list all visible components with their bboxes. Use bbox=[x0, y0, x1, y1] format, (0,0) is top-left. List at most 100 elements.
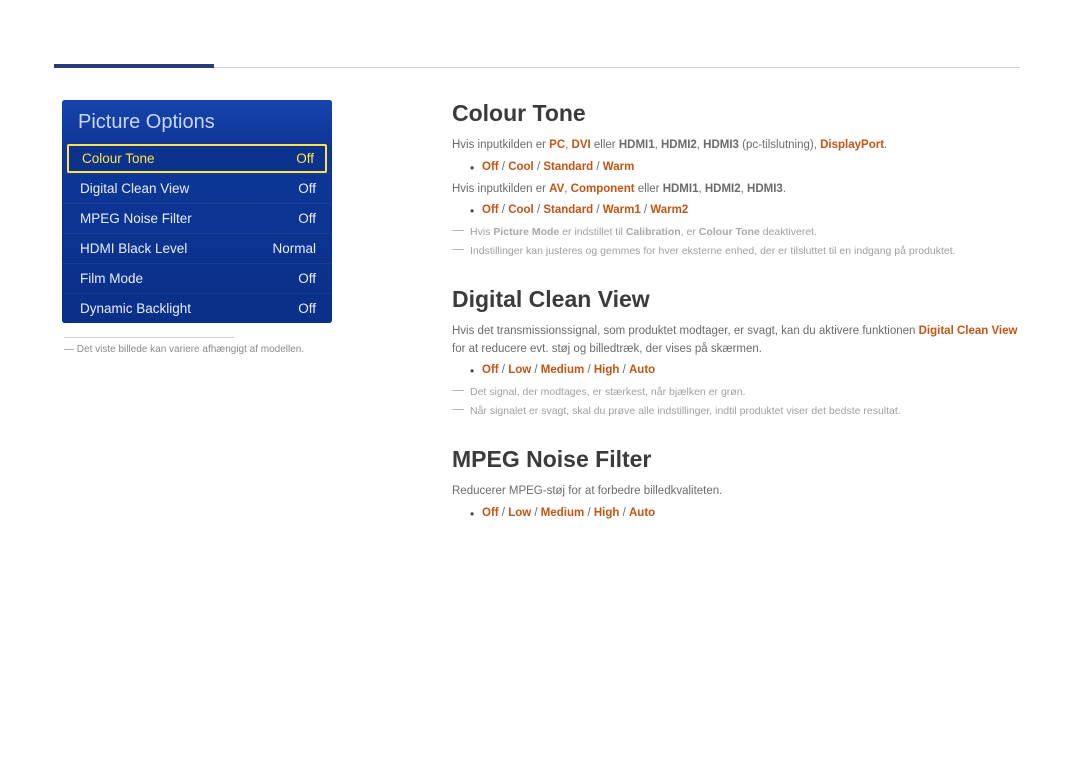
footnote-text: Det viste billede kan variere afhængigt … bbox=[77, 344, 304, 355]
opt-off: Off bbox=[482, 161, 499, 173]
term-dvi: DVI bbox=[572, 139, 591, 151]
page-content: Picture Options Colour Tone Off Digital … bbox=[54, 100, 1020, 549]
opt-off: Off bbox=[482, 204, 499, 216]
term-calibration: Calibration bbox=[626, 226, 681, 238]
opt-high: High bbox=[594, 364, 620, 376]
ct-line1: Hvis inputkilden er PC, DVI eller HDMI1,… bbox=[452, 137, 1020, 155]
text: Det signal, der modtages, er stærkest, n… bbox=[470, 386, 745, 398]
menu-item-value: Off bbox=[298, 211, 316, 226]
menu-item-value: Normal bbox=[272, 241, 316, 256]
opt-off: Off bbox=[482, 364, 499, 376]
text: for at reducere evt. støj og billedtræk,… bbox=[452, 343, 762, 355]
menu-item-label: Digital Clean View bbox=[80, 181, 189, 196]
opt-standard: Standard bbox=[543, 204, 593, 216]
sep: / bbox=[619, 364, 629, 376]
text: eller bbox=[635, 183, 663, 195]
term-hdmi2: HDMI2 bbox=[661, 139, 697, 151]
text: deaktiveret. bbox=[760, 226, 817, 238]
picture-options-menu: Picture Options Colour Tone Off Digital … bbox=[62, 100, 332, 323]
heading-mpeg: MPEG Noise Filter bbox=[452, 446, 1020, 473]
menu-item-digital-clean-view[interactable]: Digital Clean View Off bbox=[62, 173, 332, 203]
left-column: Picture Options Colour Tone Off Digital … bbox=[62, 100, 362, 549]
menu-item-hdmi-black-level[interactable]: HDMI Black Level Normal bbox=[62, 233, 332, 263]
menu-item-mpeg-noise-filter[interactable]: MPEG Noise Filter Off bbox=[62, 203, 332, 233]
dash-icon bbox=[452, 390, 464, 391]
menu-item-label: HDMI Black Level bbox=[80, 241, 187, 256]
section-mpeg: MPEG Noise Filter Reducerer MPEG-støj fo… bbox=[452, 446, 1020, 523]
ct-note2: Indstillinger kan justeres og gemmes for… bbox=[452, 243, 1020, 260]
footnote-dash: ― bbox=[64, 344, 74, 355]
term-picture-mode: Picture Mode bbox=[493, 226, 559, 238]
menu-item-label: Dynamic Backlight bbox=[80, 301, 191, 316]
text: Hvis inputkilden er bbox=[452, 139, 549, 151]
sep: / bbox=[584, 507, 594, 519]
text: eller bbox=[591, 139, 619, 151]
text: . bbox=[884, 139, 887, 151]
sep: / bbox=[641, 204, 651, 216]
term-hdmi3: HDMI3 bbox=[747, 183, 783, 195]
footnote-rule bbox=[64, 337, 234, 338]
sep: / bbox=[499, 204, 509, 216]
text: er indstillet til bbox=[559, 226, 626, 238]
menu-item-label: Colour Tone bbox=[82, 151, 155, 166]
opt-cool: Cool bbox=[508, 161, 534, 173]
opt-warm2: Warm2 bbox=[650, 204, 688, 216]
opt-auto: Auto bbox=[629, 507, 655, 519]
text: . bbox=[783, 183, 786, 195]
term-hdmi3: HDMI3 bbox=[703, 139, 739, 151]
sep: / bbox=[593, 204, 603, 216]
dash-icon bbox=[452, 230, 464, 231]
text: Hvis det transmissionssignal, som produk… bbox=[452, 325, 919, 337]
menu-item-label: MPEG Noise Filter bbox=[80, 211, 192, 226]
ct-bullet2: Off / Cool / Standard / Warm1 / Warm2 bbox=[452, 202, 1020, 220]
term-hdmi1: HDMI1 bbox=[663, 183, 699, 195]
section-digital-clean-view: Digital Clean View Hvis det transmission… bbox=[452, 286, 1020, 420]
menu-item-colour-tone[interactable]: Colour Tone Off bbox=[67, 144, 327, 173]
dcv-note1: Det signal, der modtages, er stærkest, n… bbox=[452, 384, 1020, 401]
term-hdmi1: HDMI1 bbox=[619, 139, 655, 151]
term-hdmi2: HDMI2 bbox=[705, 183, 741, 195]
text: Indstillinger kan justeres og gemmes for… bbox=[470, 245, 956, 257]
term-displayport: DisplayPort bbox=[820, 139, 884, 151]
dash-icon bbox=[452, 249, 464, 250]
menu-item-dynamic-backlight[interactable]: Dynamic Backlight Off bbox=[62, 293, 332, 323]
text: Hvis bbox=[470, 226, 493, 238]
sep: / bbox=[534, 161, 544, 173]
ct-bullet1: Off / Cool / Standard / Warm bbox=[452, 159, 1020, 177]
dcv-note2: Når signalet er svagt, skal du prøve all… bbox=[452, 403, 1020, 420]
sep: / bbox=[534, 204, 544, 216]
opt-standard: Standard bbox=[543, 161, 593, 173]
sep: / bbox=[499, 364, 509, 376]
ct-note1: Hvis Picture Mode er indstillet til Cali… bbox=[452, 224, 1020, 241]
dash-icon bbox=[452, 409, 464, 410]
opt-warm1: Warm1 bbox=[603, 204, 641, 216]
opt-cool: Cool bbox=[508, 204, 534, 216]
menu-title: Picture Options bbox=[62, 100, 332, 144]
text: Hvis inputkilden er bbox=[452, 183, 549, 195]
section-colour-tone: Colour Tone Hvis inputkilden er PC, DVI … bbox=[452, 100, 1020, 260]
opt-low: Low bbox=[508, 364, 531, 376]
menu-item-film-mode[interactable]: Film Mode Off bbox=[62, 263, 332, 293]
header-accent bbox=[54, 64, 214, 68]
mpeg-para: Reducerer MPEG-støj for at forbedre bill… bbox=[452, 483, 1020, 501]
opt-medium: Medium bbox=[541, 507, 584, 519]
opt-high: High bbox=[594, 507, 620, 519]
menu-item-label: Film Mode bbox=[80, 271, 143, 286]
menu-item-value: Off bbox=[298, 301, 316, 316]
heading-dcv: Digital Clean View bbox=[452, 286, 1020, 313]
menu-item-value: Off bbox=[298, 181, 316, 196]
sep: / bbox=[499, 507, 509, 519]
term-av: AV bbox=[549, 183, 564, 195]
term-pc: PC bbox=[549, 139, 565, 151]
dcv-bullet: Off / Low / Medium / High / Auto bbox=[452, 362, 1020, 380]
sep: / bbox=[499, 161, 509, 173]
term-colour-tone: Colour Tone bbox=[699, 226, 760, 238]
opt-off: Off bbox=[482, 507, 499, 519]
opt-auto: Auto bbox=[629, 364, 655, 376]
sep: / bbox=[531, 364, 541, 376]
term-component: Component bbox=[571, 183, 635, 195]
mpeg-bullet: Off / Low / Medium / High / Auto bbox=[452, 505, 1020, 523]
dcv-para: Hvis det transmissionssignal, som produk… bbox=[452, 323, 1020, 359]
term-dcv: Digital Clean View bbox=[919, 325, 1018, 337]
menu-item-value: Off bbox=[298, 271, 316, 286]
